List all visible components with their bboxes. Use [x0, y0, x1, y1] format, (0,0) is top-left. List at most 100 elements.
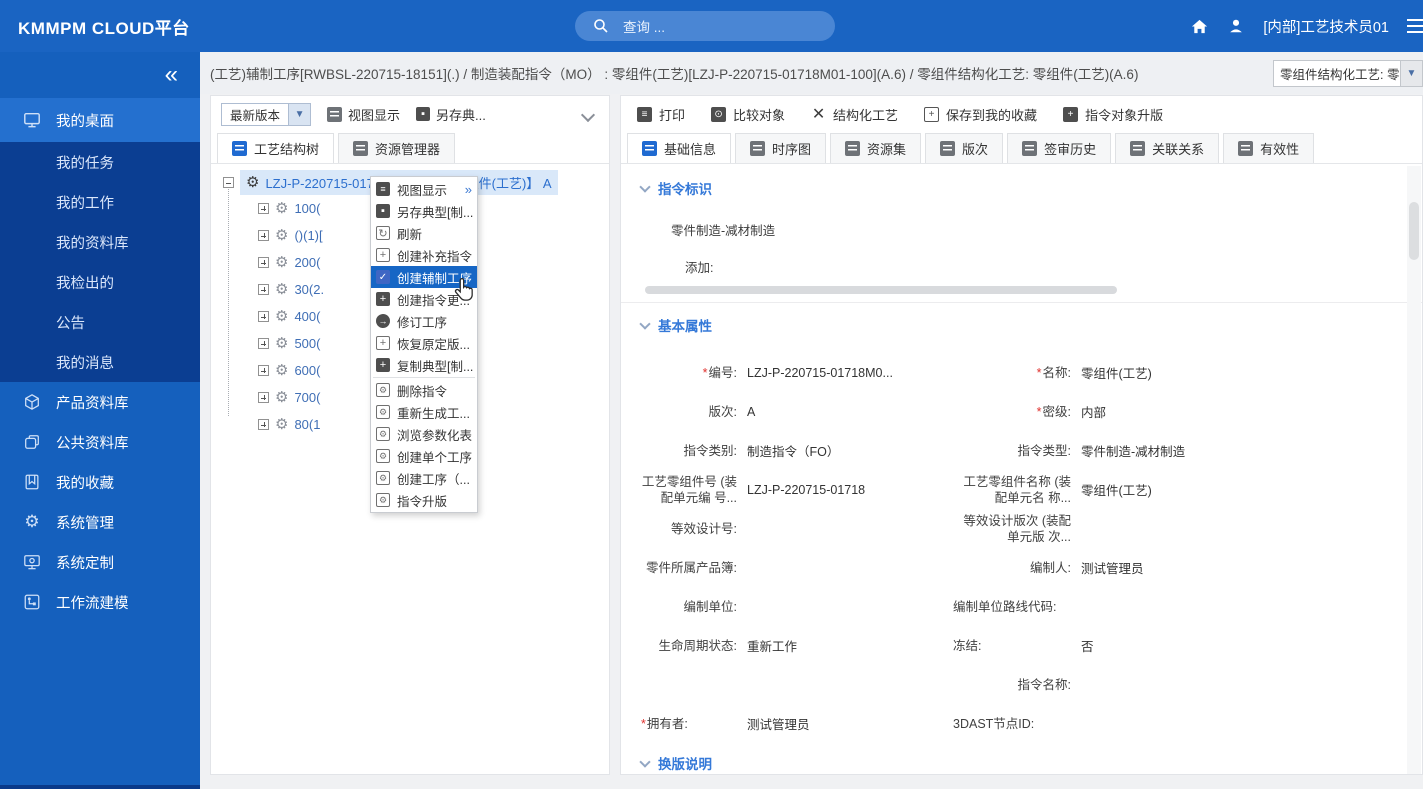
timing-tab-icon — [750, 141, 766, 156]
menu-item-browse-param-table[interactable]: 浏览参数化表 — [371, 423, 477, 445]
section-instruction-id[interactable]: 指令标识 — [639, 178, 1396, 198]
sidebar-item-workflow-modeling[interactable]: 工作流建模 — [0, 582, 200, 622]
save-as-typical-button[interactable]: 另存典... — [416, 105, 486, 124]
menu-item-refresh[interactable]: 刷新 — [371, 222, 477, 244]
expand-box-icon[interactable] — [258, 203, 269, 214]
field-value: 零组件(工艺) — [1081, 484, 1152, 498]
sidebar-item-public-library[interactable]: 公共资料库 — [0, 422, 200, 462]
sidebar-item-product-library[interactable]: 产品资料库 — [0, 382, 200, 422]
expand-box-icon[interactable] — [258, 419, 269, 430]
collapse-box-icon[interactable] — [223, 177, 234, 188]
expand-box-icon[interactable] — [258, 392, 269, 403]
sidebar-item-my-library[interactable]: 我的资料库 — [0, 222, 200, 262]
object-upgrade-icon: + — [1063, 106, 1079, 122]
menu-item-label: 另存典型[制... — [397, 205, 474, 220]
tab-process-structure-tree[interactable]: 工艺结构树 — [217, 133, 335, 163]
save-to-favorites-button[interactable]: + 保存到我的收藏 — [924, 105, 1037, 124]
menu-item-view-display[interactable]: 视图显示 » — [371, 178, 477, 200]
save-as-icon — [376, 204, 390, 218]
create-process-icon — [376, 471, 390, 485]
menu-item-create-supplement-order[interactable]: 创建补充指令 — [371, 244, 477, 266]
compare-objects-button[interactable]: ⊙ 比较对象 — [711, 105, 785, 124]
expand-box-icon[interactable] — [258, 338, 269, 349]
sidebar-subitem-label: 我的工作 — [56, 195, 114, 212]
menu-item-create-single-process[interactable]: 创建单个工序 — [371, 445, 477, 467]
sidebar-item-system-custom[interactable]: 系统定制 — [0, 542, 200, 582]
menu-item-label: 刷新 — [397, 227, 423, 242]
sidebar-item-announcements[interactable]: 公告 — [0, 302, 200, 342]
section-title: 基本属性 — [658, 319, 712, 334]
field-label: 指令名称: — [1017, 677, 1071, 692]
chevron-down-icon — [639, 317, 651, 330]
context-selector[interactable]: 零组件结构化工艺: 零组... ▼ — [1273, 60, 1423, 87]
menu-item-save-as-typical[interactable]: 另存典型[制... — [371, 200, 477, 222]
tab-resource-manager[interactable]: 资源管理器 — [338, 133, 456, 163]
print-button[interactable]: ≡ 打印 — [637, 105, 685, 124]
field-label: 编号: — [641, 365, 737, 381]
menu-item-delete-order[interactable]: 删除指令 — [371, 379, 477, 401]
sidebar-item-my-work[interactable]: 我的工作 — [0, 182, 200, 222]
horizontal-scrollbar[interactable] — [645, 286, 1117, 294]
expand-box-icon[interactable] — [258, 230, 269, 241]
menu-item-copy-typical[interactable]: 复制典型[制... — [371, 354, 477, 376]
global-search-input[interactable]: 查询 ... — [575, 11, 835, 41]
approval-history-tab-icon — [1022, 141, 1038, 156]
sidebar-item-my-messages[interactable]: 我的消息 — [0, 342, 200, 382]
sidebar-subitem-label: 我检出的 — [56, 275, 114, 292]
tab-timing-diagram[interactable]: 时序图 — [735, 133, 827, 163]
view-display-button[interactable]: 视图显示 — [327, 105, 400, 124]
chevron-down-icon[interactable]: ▼ — [289, 102, 312, 126]
submenu-arrow-icon: » — [464, 181, 472, 197]
expand-box-icon[interactable] — [258, 284, 269, 295]
tab-validity[interactable]: 有效性 — [1223, 133, 1315, 163]
home-icon[interactable] — [1190, 17, 1209, 36]
vertical-scrollbar[interactable] — [1407, 166, 1421, 774]
toolbar-expand-chevron-icon[interactable] — [580, 107, 596, 123]
revise-process-icon — [376, 314, 390, 328]
tab-versions[interactable]: 版次 — [925, 133, 1004, 163]
order-object-upgrade-button[interactable]: + 指令对象升版 — [1063, 105, 1163, 124]
menu-item-label: 指令升版 — [397, 494, 448, 509]
sidebar-item-system-admin[interactable]: ⚙ 系统管理 — [0, 502, 200, 542]
sidebar-item-my-checkouts[interactable]: 我检出的 — [0, 262, 200, 302]
sidebar-item-my-desktop[interactable]: 我的桌面 — [0, 98, 200, 142]
sidebar-collapse-button[interactable]: « — [0, 52, 200, 98]
tree-node-label: 400( — [294, 309, 321, 324]
process-gear-icon: ⚙ — [275, 389, 289, 406]
relationships-tab-icon — [1130, 141, 1146, 156]
menu-item-regenerate[interactable]: 重新生成工... — [371, 401, 477, 423]
expand-box-icon[interactable] — [258, 365, 269, 376]
tab-basic-info[interactable]: 基础信息 — [627, 133, 732, 163]
tab-resource-set[interactable]: 资源集 — [830, 133, 922, 163]
restore-version-icon — [376, 336, 390, 350]
system-admin-icon: ⚙ — [24, 512, 40, 531]
menu-hamburger-icon[interactable] — [1407, 19, 1423, 33]
process-gear-icon: ⚙ — [275, 362, 289, 379]
section-version-change-notes[interactable]: 换版说明 — [639, 753, 1396, 772]
field-value: 测试管理员 — [747, 718, 810, 732]
browse-param-table-icon — [376, 427, 390, 441]
tab-relationships[interactable]: 关联关系 — [1115, 133, 1220, 163]
field-label: 等效设计号: — [671, 521, 737, 536]
user-icon[interactable] — [1227, 17, 1245, 35]
menu-item-create-process[interactable]: 创建工序（... — [371, 467, 477, 489]
structured-process-button[interactable]: ✕ 结构化工艺 — [811, 105, 898, 124]
menu-item-order-upgrade[interactable]: 指令升版 — [371, 489, 477, 511]
sidebar-submenu: 我的任务 我的工作 我的资料库 我检出的 公告 我的消息 — [0, 142, 200, 382]
current-user-label[interactable]: [内部]工艺技术员01 — [1263, 16, 1389, 37]
expand-box-icon[interactable] — [258, 257, 269, 268]
tab-approval-history[interactable]: 签审历史 — [1007, 133, 1112, 163]
menu-item-revise-process[interactable]: 修订工序 — [371, 310, 477, 332]
menu-item-label: 创建工序（... — [397, 472, 470, 487]
section-basic-attributes[interactable]: 基本属性 — [639, 315, 1396, 335]
chevron-down-icon[interactable]: ▼ — [1400, 61, 1422, 86]
version-dropdown[interactable]: 最新版本 ▼ — [221, 102, 312, 126]
sidebar-item-my-tasks[interactable]: 我的任务 — [0, 142, 200, 182]
version-dropdown-value: 最新版本 — [221, 102, 290, 126]
expand-box-icon[interactable] — [258, 311, 269, 322]
field-label: 零件所属产品簿: — [646, 560, 737, 575]
scrollbar-thumb[interactable] — [1409, 202, 1419, 260]
app-header: KMMPM CLOUD平台 查询 ... [内部]工艺技术员01 — [0, 0, 1423, 52]
menu-item-restore-version[interactable]: 恢复原定版... — [371, 332, 477, 354]
sidebar-item-my-favorites[interactable]: 我的收藏 — [0, 462, 200, 502]
